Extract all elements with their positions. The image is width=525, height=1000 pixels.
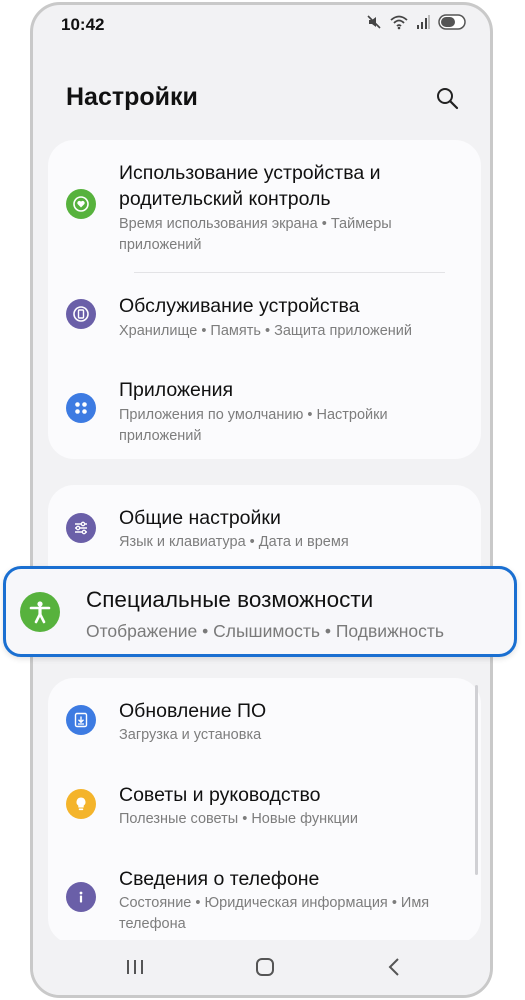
item-title: Общие настройки xyxy=(119,507,281,529)
list-item-accessibility[interactable]: Специальные возможности Отображение • Сл… xyxy=(3,566,517,657)
device-care-icon xyxy=(66,299,96,329)
settings-group-3: Обновление ПО Загрузка и установка Совет… xyxy=(48,678,481,944)
signal-icon xyxy=(417,15,430,29)
list-item-device-care[interactable]: Обслуживание устройства Хранилище • Памя… xyxy=(48,273,481,357)
item-title: Сведения о телефоне xyxy=(119,868,320,890)
item-title: Приложения xyxy=(119,379,234,401)
list-item-general[interactable]: Общие настройки Язык и клавиатура • Дата… xyxy=(48,485,481,565)
recent-apps-button[interactable] xyxy=(115,952,155,982)
sliders-icon xyxy=(66,513,96,543)
lightbulb-icon xyxy=(66,789,96,819)
list-item-tips[interactable]: Советы и руководство Полезные советы • Н… xyxy=(48,762,481,846)
settings-group-1: Использование устройства и родительский … xyxy=(48,140,481,459)
download-icon xyxy=(66,705,96,735)
accessibility-icon xyxy=(20,592,60,632)
mute-icon xyxy=(367,15,381,29)
item-title: Обновление ПО xyxy=(119,700,267,722)
item-subtitle: Полезные советы • Новые функции xyxy=(119,811,358,827)
wifi-icon xyxy=(390,15,408,30)
item-subtitle: Загрузка и установка xyxy=(119,727,262,743)
item-subtitle: Хранилище • Память • Защита приложений xyxy=(119,323,413,339)
list-item-apps[interactable]: Приложения Приложения по умолчанию • Нас… xyxy=(48,357,481,459)
list-item-device-usage[interactable]: Использование устройства и родительский … xyxy=(48,140,481,257)
back-button[interactable] xyxy=(375,952,415,982)
back-icon xyxy=(388,958,399,976)
item-title: Обслуживание устройства xyxy=(119,295,360,317)
phone-frame: 10:42 Настройки Использование устройства… xyxy=(30,2,493,998)
home-button[interactable] xyxy=(245,952,285,982)
item-subtitle: Время использования экрана • Таймеры при… xyxy=(119,216,392,253)
item-subtitle: Состояние • Юридическая информация • Имя… xyxy=(119,895,430,932)
list-item-software-update[interactable]: Обновление ПО Загрузка и установка xyxy=(48,678,481,762)
apps-icon xyxy=(66,393,96,423)
search-button[interactable] xyxy=(432,83,462,113)
status-time: 10:42 xyxy=(61,15,105,34)
list-item-about-phone[interactable]: Сведения о телефоне Состояние • Юридичес… xyxy=(48,846,481,944)
toggle-icon xyxy=(438,14,466,30)
info-icon xyxy=(66,882,96,912)
item-title: Использование устройства и родительский … xyxy=(119,162,381,210)
item-subtitle: Отображение • Слышимость • Подвижность xyxy=(86,621,445,641)
navigation-bar xyxy=(33,940,490,995)
status-bar: 10:42 xyxy=(33,5,490,43)
scrollbar[interactable] xyxy=(475,685,478,875)
item-title: Советы и руководство xyxy=(119,784,321,806)
heart-icon xyxy=(66,189,96,219)
item-subtitle: Приложения по умолчанию • Настройки прил… xyxy=(119,407,388,444)
recent-apps-icon xyxy=(127,960,143,974)
home-icon xyxy=(256,958,274,976)
item-title: Специальные возможности xyxy=(86,587,374,612)
item-subtitle: Язык и клавиатура • Дата и время xyxy=(119,534,349,550)
search-icon xyxy=(437,88,459,110)
page-title: Настройки xyxy=(66,83,198,111)
status-icons xyxy=(366,14,466,30)
